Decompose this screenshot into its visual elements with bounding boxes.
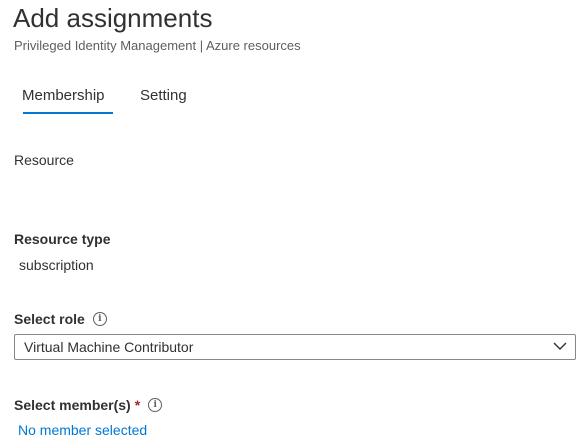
chevron-down-icon <box>553 342 567 350</box>
resource-type-value: subscription <box>19 257 94 273</box>
add-assignments-page: Add assignments Privileged Identity Mana… <box>0 0 583 443</box>
resource-type-label: Resource type <box>14 231 111 247</box>
resource-label: Resource <box>14 152 74 168</box>
select-members-link[interactable]: No member selected <box>18 421 147 439</box>
breadcrumb: Privileged Identity Management | Azure r… <box>14 38 301 53</box>
page-title: Add assignments <box>13 3 213 33</box>
info-icon[interactable]: i <box>148 398 163 413</box>
tab-setting[interactable]: Setting <box>140 84 187 108</box>
select-role-value: Virtual Machine Contributor <box>24 339 194 355</box>
select-role-label-row: Select role i <box>14 310 107 328</box>
tab-membership[interactable]: Membership <box>22 84 105 108</box>
select-role-label: Select role <box>14 311 85 327</box>
select-role-dropdown[interactable]: Virtual Machine Contributor <box>14 334 576 360</box>
select-members-label: Select member(s) <box>14 397 131 413</box>
select-members-label-row: Select member(s) * i <box>14 396 163 414</box>
info-icon[interactable]: i <box>92 312 107 327</box>
active-tab-indicator <box>23 112 113 114</box>
required-indicator: * <box>134 397 141 413</box>
